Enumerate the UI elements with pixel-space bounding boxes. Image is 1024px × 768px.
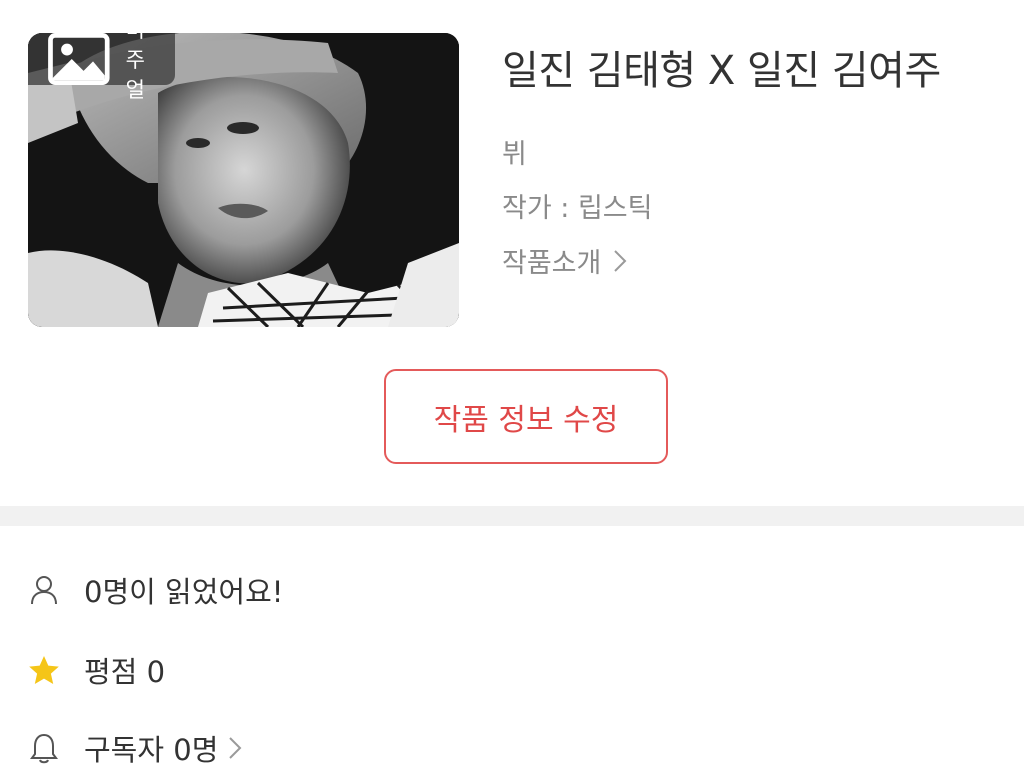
rating-value: 평점 0: [84, 655, 166, 689]
work-title: 일진 김태형 X 일진 김여주: [502, 48, 941, 94]
section-divider: [0, 506, 1024, 526]
person-icon: [28, 574, 60, 606]
rating-row: 평점 0: [0, 650, 1024, 690]
visual-badge: 비주얼: [28, 33, 176, 102]
cover-image[interactable]: 비주얼: [28, 33, 459, 327]
subscribers-count: 구독자 0명: [84, 733, 219, 767]
work-detail-page: 비주얼 일진 김태형 X 일진 김여주 뷔 작가 : 립스틱 작품소개 작품 정…: [0, 0, 1024, 768]
work-author: 작가 : 립스틱: [502, 193, 653, 224]
image-icon: [48, 33, 110, 85]
chevron-right-icon: [229, 737, 242, 759]
work-genre: 뷔: [502, 139, 527, 170]
readers-count: 0명이 읽었어요!: [84, 575, 284, 609]
visual-badge-label: 비주얼: [125, 33, 145, 102]
work-intro-link[interactable]: 작품소개: [502, 241, 627, 280]
subscribers-row[interactable]: 구독자 0명: [0, 728, 1024, 768]
edit-work-info-button[interactable]: 작품 정보 수정: [384, 369, 668, 464]
bell-icon: [28, 732, 60, 764]
star-icon: [28, 654, 60, 686]
work-intro-label: 작품소개: [502, 248, 602, 279]
subscribers-link[interactable]: 구독자 0명: [84, 727, 242, 768]
chevron-right-icon: [614, 249, 627, 272]
readers-row: 0명이 읽었어요!: [0, 570, 1024, 610]
